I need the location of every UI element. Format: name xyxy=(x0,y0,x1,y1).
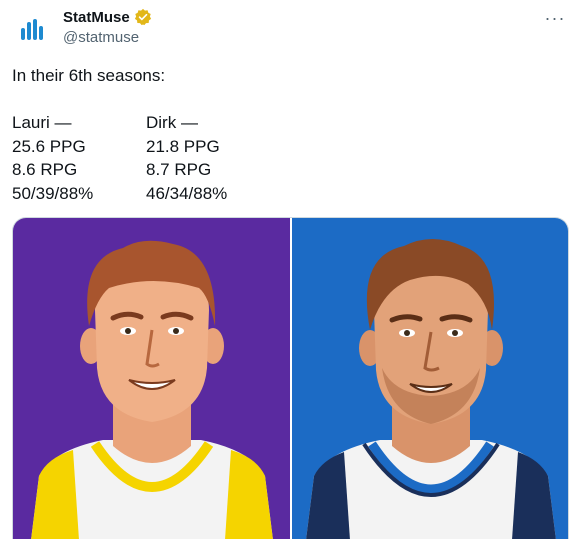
more-options-icon[interactable]: ··· xyxy=(542,8,568,28)
tweet-intro: In their 6th seasons: xyxy=(12,66,166,85)
tweet-header: StatMuse @statmuse ··· xyxy=(0,0,580,56)
statmuse-logo-icon[interactable] xyxy=(13,11,53,51)
stat-line: 50/39/88% xyxy=(12,183,94,203)
account-name-row[interactable]: StatMuse xyxy=(63,8,152,26)
player-header: Lauri — xyxy=(12,113,72,132)
tweet-media[interactable] xyxy=(12,217,569,539)
stat-line: 8.6 RPG xyxy=(12,160,78,179)
account-handle[interactable]: @statmuse xyxy=(63,29,139,46)
player-stats-lauri: Lauri — 25.6 PPG 8.6 RPG 50/39/88% xyxy=(12,111,93,205)
stat-line: 25.6 PPG xyxy=(12,136,86,156)
player-illustration-left[interactable] xyxy=(13,218,290,539)
verified-badge-icon xyxy=(134,8,152,26)
player-stats-dirk: Dirk — 21.8 PPG 8.7 RPG 46/34/88% xyxy=(146,111,227,205)
player-header: Dirk — xyxy=(146,113,198,132)
stat-line: 21.8 PPG xyxy=(146,136,220,156)
player-illustration-right[interactable] xyxy=(291,218,568,539)
display-name[interactable]: StatMuse xyxy=(63,9,130,26)
stat-line: 8.7 RPG xyxy=(146,160,212,179)
stat-line: 46/34/88% xyxy=(146,183,228,203)
